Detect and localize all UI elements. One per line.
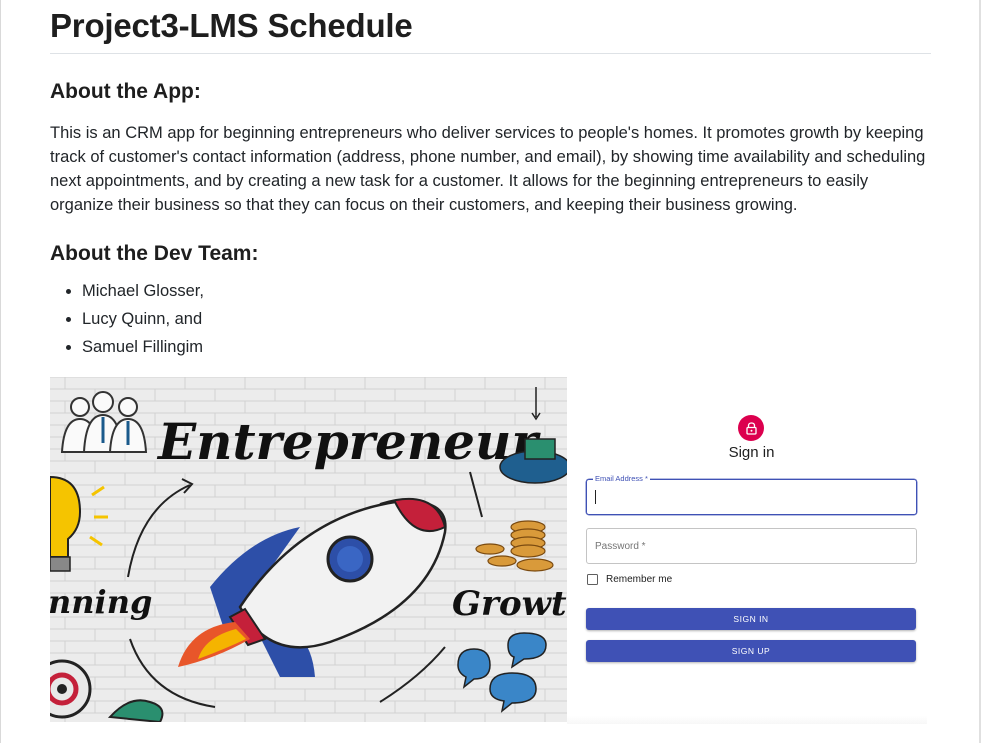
remember-me-label: Remember me xyxy=(606,574,673,585)
password-field[interactable] xyxy=(586,528,917,564)
email-field-label: Email Address * xyxy=(593,474,650,484)
dev-team-heading: About the Dev Team: xyxy=(50,242,259,265)
email-field[interactable]: Email Address * xyxy=(586,474,917,515)
text-cursor xyxy=(595,490,596,504)
dev-team-list: Michael Glosser, Lucy Quinn, and Samuel … xyxy=(50,277,931,361)
hero-word-entrepreneur: Entrepreneur xyxy=(156,412,541,471)
hero-word-growth: Growth xyxy=(452,584,567,624)
sign-in-button[interactable]: Sign In xyxy=(586,608,916,630)
page-title: Project3-LMS Schedule xyxy=(50,7,413,44)
panel-shadow xyxy=(567,716,927,724)
sign-up-button[interactable]: Sign Up xyxy=(586,640,916,662)
title-divider xyxy=(50,53,931,54)
entrepreneur-hero-image: Entrepreneur nning Growt xyxy=(50,377,567,722)
sign-in-title: Sign in xyxy=(728,444,775,461)
password-input[interactable] xyxy=(587,529,916,563)
people-icon xyxy=(60,391,148,453)
sign-in-panel: Sign in Email Address * Remember me Sign… xyxy=(586,377,917,722)
hero-word-planning: nning xyxy=(50,583,152,621)
page-right-border xyxy=(979,0,981,743)
team-member: Samuel Fillingim xyxy=(82,333,931,361)
lock-icon xyxy=(745,421,757,435)
remember-me-checkbox[interactable] xyxy=(587,574,598,585)
lock-avatar xyxy=(738,415,764,441)
team-member: Michael Glosser, xyxy=(82,277,931,305)
main-container: Project3-LMS Schedule About the App: Thi… xyxy=(50,0,931,361)
remember-me-row[interactable]: Remember me xyxy=(586,574,672,585)
about-app-description: This is an CRM app for beginning entrepr… xyxy=(50,124,926,214)
team-member: Lucy Quinn, and xyxy=(82,305,931,333)
about-app-heading: About the App: xyxy=(50,80,201,103)
page-left-border xyxy=(0,0,1,743)
